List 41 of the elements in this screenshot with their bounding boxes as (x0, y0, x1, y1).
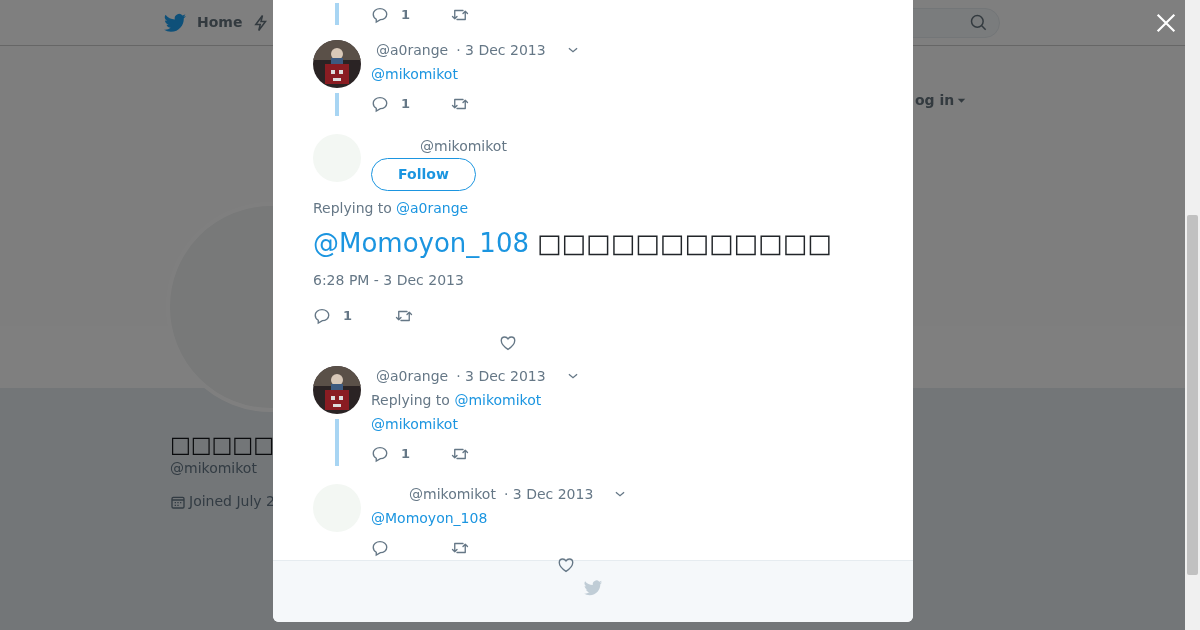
follow-button[interactable]: Follow (371, 158, 476, 191)
reply-icon[interactable] (371, 445, 389, 463)
profile-handle: @mikomikot (170, 459, 258, 479)
join-date: Joined July 2 (189, 492, 275, 512)
mention-link[interactable]: @Momoyon_108 (313, 228, 529, 258)
login-menu[interactable]: og in (915, 90, 967, 111)
reply-count: 1 (343, 307, 353, 326)
replying-label: Replying to (313, 200, 392, 216)
tweet-date[interactable]: · 3 Dec 2013 (456, 39, 546, 61)
heart-icon[interactable] (557, 556, 575, 574)
reply-count: 1 (401, 445, 411, 464)
reply-icon[interactable] (371, 95, 389, 113)
home-link[interactable]: Home (197, 12, 243, 33)
close-icon (1156, 13, 1176, 33)
bird-icon (583, 578, 603, 598)
mention-link[interactable]: @mikomikot (454, 392, 542, 408)
close-button[interactable] (1156, 13, 1176, 33)
tweet-date[interactable]: · 3 Dec 2013 (456, 365, 546, 387)
user-handle[interactable]: @mikomikot (409, 483, 496, 505)
reply-count: 1 (401, 6, 411, 25)
reply-icon[interactable] (313, 307, 331, 325)
user-handle[interactable]: @a0range (376, 365, 449, 387)
reply-count: 1 (401, 95, 411, 114)
user-handle[interactable]: @a0range (376, 39, 449, 61)
reply-icon[interactable] (371, 539, 389, 557)
search-icon (969, 12, 989, 33)
scrollbar[interactable] (1185, 0, 1200, 630)
mention-link[interactable]: @mikomikot (371, 66, 458, 82)
mention-link[interactable]: @a0range (395, 200, 469, 216)
tweet-timestamp: 6:28 PM - 3 Dec 2013 (313, 271, 464, 290)
replying-label: Replying to (371, 392, 451, 408)
tweet-date[interactable]: · 3 Dec 2013 (503, 483, 594, 505)
reply-icon[interactable] (371, 6, 389, 24)
caret-icon (957, 96, 967, 105)
user-handle[interactable]: @mikomikot (420, 135, 507, 157)
tweet-text: □□□□□□□□□□□□ (537, 228, 832, 258)
heart-icon[interactable] (499, 333, 517, 352)
profile-name: □□□□□ (170, 432, 275, 459)
mention-link[interactable]: @Momoyon_108 (371, 510, 488, 526)
scrollbar-thumb[interactable] (1187, 215, 1198, 575)
mention-link[interactable]: @mikomikot (371, 416, 458, 432)
